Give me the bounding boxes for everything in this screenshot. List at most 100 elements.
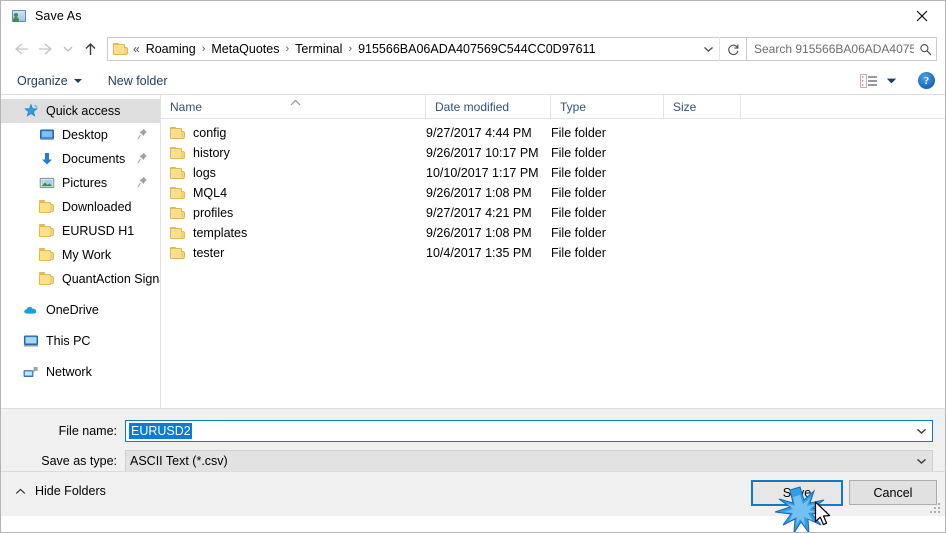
sidebar-item-label: Quick access: [46, 104, 121, 118]
sidebar-item-network[interactable]: Network: [1, 360, 160, 384]
address-chevron-down-icon[interactable]: [697, 45, 719, 53]
back-arrow-icon[interactable]: [7, 36, 33, 62]
column-header-name-label: Name: [170, 99, 203, 114]
sidebar-item-desktop[interactable]: Desktop: [1, 123, 160, 147]
file-type-cell: File folder: [551, 166, 606, 180]
file-name-cell: profiles: [161, 206, 426, 220]
file-name-cell: MQL4: [161, 186, 426, 200]
breadcrumb-separator: ›: [201, 43, 206, 55]
sidebar-item-label: OneDrive: [46, 303, 99, 317]
file-date-cell: 9/26/2017 1:08 PM: [426, 226, 532, 240]
sidebar-item-pictures[interactable]: Pictures: [1, 171, 160, 195]
table-row[interactable]: config 9/27/2017 4:44 PM File folder: [161, 123, 945, 143]
table-row[interactable]: templates 9/26/2017 1:08 PM File folder: [161, 223, 945, 243]
sidebar-item-quick-access[interactable]: Quick access: [1, 99, 160, 123]
column-header-type[interactable]: Type: [551, 94, 664, 119]
refresh-icon[interactable]: [719, 37, 746, 61]
folder-icon: [170, 206, 185, 220]
chevron-up-icon: [15, 488, 26, 495]
search-icon[interactable]: [914, 43, 936, 56]
list-view-icon[interactable]: [860, 73, 880, 89]
sidebar-item-my-work[interactable]: My Work: [1, 243, 160, 267]
navigation-bar: « Roaming › MetaQuotes › Terminal › 9155…: [1, 31, 945, 67]
hide-folders-label: Hide Folders: [35, 484, 106, 498]
address-bar[interactable]: « Roaming › MetaQuotes › Terminal › 9155…: [107, 37, 747, 61]
dialog-footer: Hide Folders Save Cancel: [1, 471, 945, 516]
sidebar-item-label: My Work: [62, 248, 112, 262]
folder-icon: [113, 42, 128, 56]
file-name-cell: history: [161, 146, 426, 160]
command-toolbar: Organize New folder ?: [1, 67, 945, 95]
file-name-input[interactable]: EURUSD2: [125, 420, 933, 442]
file-type-cell: File folder: [551, 126, 606, 140]
breadcrumb-separator: ›: [285, 43, 290, 55]
help-icon[interactable]: ?: [918, 72, 935, 89]
sidebar-item-label: EURUSD H1: [62, 224, 135, 238]
file-name-label: File name:: [58, 424, 117, 438]
breadcrumb-item-terminal-id[interactable]: 915566BA06ADA407569C544CC0D97611: [355, 42, 598, 56]
save-as-type-label: Save as type:: [41, 454, 117, 468]
search-input[interactable]: Search 915566BA06ADA40756...: [747, 37, 937, 61]
sidebar-item-label: Desktop: [62, 128, 108, 142]
file-rows: config 9/27/2017 4:44 PM File folder his…: [161, 119, 945, 263]
breadcrumb-item-terminal[interactable]: Terminal: [292, 42, 345, 56]
file-type-cell: File folder: [551, 226, 606, 240]
hide-folders-button[interactable]: Hide Folders: [15, 484, 106, 498]
file-name-chevron-down-icon[interactable]: [910, 421, 932, 441]
table-row[interactable]: profiles 9/27/2017 4:21 PM File folder: [161, 203, 945, 223]
column-header-name[interactable]: Name: [161, 94, 426, 119]
file-date-cell: 10/10/2017 1:17 PM: [426, 166, 539, 180]
column-header-date-modified[interactable]: Date modified: [426, 94, 551, 119]
up-arrow-icon[interactable]: [77, 36, 103, 62]
table-row[interactable]: history 9/26/2017 10:17 PM File folder: [161, 143, 945, 163]
file-date-cell: 9/27/2017 4:21 PM: [426, 206, 532, 220]
save-button-label: Save: [782, 486, 812, 500]
save-button[interactable]: Save: [751, 480, 843, 506]
forward-arrow-icon[interactable]: [33, 36, 59, 62]
organize-button[interactable]: Organize: [17, 74, 82, 88]
search-placeholder: Search 915566BA06ADA40756...: [754, 42, 914, 56]
breadcrumb-overflow[interactable]: «: [132, 42, 143, 56]
this-pc-icon: [23, 333, 39, 349]
sidebar-item-eurusd-h1[interactable]: EURUSD H1: [1, 219, 160, 243]
sidebar-item-quantaction-signal[interactable]: QuantAction Signal: [1, 267, 160, 291]
sidebar-item-downloaded[interactable]: Downloaded: [1, 195, 160, 219]
recent-locations-chevron-down-icon[interactable]: [59, 36, 77, 62]
resize-grip-icon[interactable]: [930, 501, 942, 513]
column-header-size[interactable]: Size: [664, 94, 741, 119]
new-folder-button[interactable]: New folder: [108, 74, 168, 88]
table-row[interactable]: MQL4 9/26/2017 1:08 PM File folder: [161, 183, 945, 203]
view-options-chevron-down-icon[interactable]: [886, 73, 898, 89]
breadcrumb-item-roaming[interactable]: Roaming: [143, 42, 199, 56]
table-row[interactable]: logs 10/10/2017 1:17 PM File folder: [161, 163, 945, 183]
onedrive-cloud-icon: [23, 302, 39, 318]
file-name-label: history: [193, 146, 230, 160]
cancel-button[interactable]: Cancel: [849, 480, 937, 505]
file-name-row: File name: EURUSD2: [1, 420, 945, 442]
file-date-cell: 9/26/2017 1:08 PM: [426, 186, 532, 200]
file-name-cell: tester: [161, 246, 426, 260]
pin-icon[interactable]: [137, 152, 148, 164]
pin-icon[interactable]: [137, 176, 148, 188]
save-as-type-select[interactable]: ASCII Text (*.csv): [125, 450, 933, 472]
breadcrumb-item-metaquotes[interactable]: MetaQuotes: [208, 42, 282, 56]
pin-icon[interactable]: [137, 128, 148, 140]
save-as-type-row: Save as type: ASCII Text (*.csv): [1, 450, 945, 472]
folder-icon: [170, 246, 185, 260]
desktop-monitor-icon: [39, 127, 55, 143]
sidebar-item-this-pc[interactable]: This PC: [1, 329, 160, 353]
column-headers: Name Date modified Type Size: [161, 94, 945, 119]
sidebar-item-documents[interactable]: Documents: [1, 147, 160, 171]
pictures-icon: [39, 175, 55, 191]
sidebar-item-label: Network: [46, 365, 92, 379]
table-row[interactable]: tester 10/4/2017 1:35 PM File folder: [161, 243, 945, 263]
close-icon[interactable]: [899, 1, 945, 31]
file-name-cell: templates: [161, 226, 426, 240]
sidebar-item-onedrive[interactable]: OneDrive: [1, 298, 160, 322]
save-as-type-chevron-down-icon[interactable]: [910, 451, 932, 471]
breadcrumb-separator: ›: [348, 43, 353, 55]
folder-icon: [170, 166, 185, 180]
file-name-label: tester: [193, 246, 225, 260]
file-name-label: templates: [193, 226, 248, 240]
sidebar-item-label: Downloaded: [62, 200, 132, 214]
